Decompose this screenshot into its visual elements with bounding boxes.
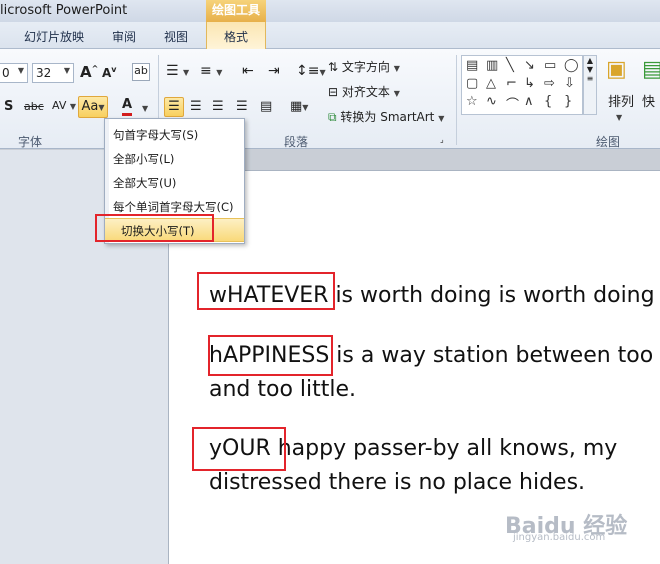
paragraph-2-text: is a way station between too bbox=[329, 343, 654, 368]
tab-format[interactable]: 格式 bbox=[206, 22, 266, 49]
baidu-watermark: Baidu 经验 jingyan.baidu.com bbox=[505, 508, 627, 543]
textbox-shape-icon[interactable]: ▤ bbox=[466, 58, 478, 73]
paragraph-3-line2: distressed there is no place hides. bbox=[209, 470, 586, 495]
paragraph-2-line2: and too little. bbox=[209, 377, 357, 402]
arrow-line-shape-icon[interactable]: ↘ bbox=[524, 58, 535, 73]
align-text-label: 对齐文本 bbox=[341, 85, 390, 99]
align-text-button[interactable]: ⊟ 对齐文本 ▼ bbox=[328, 83, 400, 100]
right-arrow-shape-icon[interactable]: ⇨ bbox=[544, 76, 555, 91]
grow-font-icon: A bbox=[80, 63, 92, 81]
clear-formatting-button[interactable]: ab bbox=[132, 63, 150, 81]
align-right-button[interactable]: ☰ bbox=[212, 99, 224, 114]
numbering-button[interactable]: ≡ ▼ bbox=[200, 63, 222, 79]
group-label-paragraph: 段落 bbox=[284, 135, 309, 149]
triangle-shape-icon[interactable]: △ bbox=[486, 76, 496, 91]
ribbon-tabs: 幻灯片放映 审阅 视图 格式 bbox=[0, 22, 660, 49]
font-size-combo[interactable]: 32 ▼ bbox=[32, 63, 74, 83]
chevron-down-icon: ▼ bbox=[616, 113, 623, 122]
tab-view[interactable]: 视图 bbox=[164, 28, 188, 45]
increase-indent-button[interactable]: ⇥ bbox=[268, 63, 280, 79]
textbox-v-shape-icon[interactable]: ▥ bbox=[486, 58, 498, 73]
paragraph-3-text: happy passer-by all knows, my bbox=[270, 436, 618, 461]
char-spacing-icon: AV bbox=[52, 99, 67, 112]
chevron-down-icon: ▼ bbox=[17, 66, 24, 75]
curve-shape-icon[interactable]: ∿ bbox=[486, 94, 497, 109]
convert-smartart-button[interactable]: ⧉ 转换为 SmartArt ▼ bbox=[328, 108, 444, 125]
shadow-button[interactable]: S bbox=[4, 99, 13, 114]
grow-font-button[interactable]: A^ bbox=[80, 63, 98, 81]
text-direction-icon: ⇅ bbox=[328, 60, 339, 74]
highlight-box-menu bbox=[95, 214, 214, 242]
window-title: licrosoft PowerPoint bbox=[0, 3, 128, 18]
font-color-button[interactable]: A bbox=[122, 97, 133, 116]
align-center-button[interactable]: ☰ bbox=[190, 99, 202, 114]
align-text-icon: ⊟ bbox=[328, 85, 339, 99]
rounded-rect-shape-icon[interactable]: ▢ bbox=[466, 76, 478, 91]
font-name-combo[interactable]: 0 ▼ bbox=[0, 63, 28, 83]
oval-shape-icon[interactable]: ◯ bbox=[564, 58, 579, 73]
font-size-value: 32 bbox=[36, 66, 52, 80]
tab-review[interactable]: 审阅 bbox=[112, 28, 136, 45]
line-spacing-button[interactable]: ↕≡▼ bbox=[296, 63, 326, 79]
text-direction-button[interactable]: ⇅ 文字方向 ▼ bbox=[328, 58, 400, 75]
change-case-icon: Aa bbox=[81, 99, 99, 114]
smartart-icon: ⧉ bbox=[328, 110, 337, 124]
arrange-button[interactable]: 排列 bbox=[608, 91, 634, 110]
chevron-down-icon: ▼ bbox=[142, 104, 149, 113]
change-case-button[interactable]: Aa▼ bbox=[78, 96, 108, 118]
menu-item-uppercase[interactable]: 全部大写(U) bbox=[113, 175, 176, 191]
distributed-button[interactable]: ▤ bbox=[260, 99, 272, 114]
arc-shape-icon[interactable]: ⌒ bbox=[506, 94, 519, 113]
shrink-font-icon: A bbox=[102, 66, 112, 80]
group-label-font: 字体 bbox=[18, 135, 43, 149]
arrange-dropdown[interactable]: ▼ bbox=[616, 109, 622, 124]
quick-styles-button[interactable]: 快 bbox=[642, 91, 655, 110]
align-left-button[interactable]: ☰ bbox=[164, 97, 184, 117]
title-bar: licrosoft PowerPoint 绘图工具 bbox=[0, 0, 660, 22]
rectangle-shape-icon[interactable]: ▭ bbox=[544, 58, 556, 73]
highlight-box-2 bbox=[208, 335, 333, 376]
elbow-arrow-shape-icon[interactable]: ↳ bbox=[524, 76, 535, 91]
arrange-icon: ▣ bbox=[606, 57, 627, 82]
paragraph-dialog-launcher[interactable]: ⌟ bbox=[440, 135, 444, 144]
highlight-box-3 bbox=[192, 427, 286, 471]
text-direction-label: 文字方向 bbox=[341, 60, 390, 74]
bullets-button[interactable]: ☰ ▼ bbox=[166, 63, 189, 79]
decrease-indent-button[interactable]: ⇤ bbox=[242, 63, 254, 79]
menu-item-sentence-case[interactable]: 句首字母大写(S) bbox=[113, 127, 198, 143]
shrink-font-button[interactable]: Av bbox=[102, 65, 117, 80]
star-shape-icon[interactable]: ☆ bbox=[466, 94, 478, 109]
convert-smartart-label: 转换为 SmartArt bbox=[340, 110, 435, 124]
menu-item-lowercase[interactable]: 全部小写(L) bbox=[113, 151, 174, 167]
chevron-down-icon: ▼ bbox=[63, 66, 70, 75]
shapes-gallery[interactable]: ▤ ▥ ╲ ↘ ▭ ◯ ▢ △ ⌐ ↳ ⇨ ⇩ ☆ ∿ ⌒ ∧ { } bbox=[461, 55, 583, 115]
tab-slideshow[interactable]: 幻灯片放映 bbox=[24, 28, 84, 45]
line-shape-icon[interactable]: ╲ bbox=[506, 58, 514, 73]
left-brace-shape-icon[interactable]: { bbox=[544, 94, 552, 109]
ribbon: 0 ▼ 32 ▼ A^ Av ab S abc AV ▼ Aa▼ A ▼ ☰ ▼… bbox=[0, 49, 660, 149]
highlight-box-1 bbox=[197, 272, 335, 310]
font-name-value: 0 bbox=[2, 66, 10, 80]
paragraph-1-text: is worth doing is worth doing bbox=[328, 283, 655, 308]
columns-button[interactable]: ▦▼ bbox=[290, 99, 308, 114]
watermark-url: jingyan.baidu.com bbox=[513, 532, 606, 543]
justify-button[interactable]: ☰ bbox=[236, 99, 248, 114]
freeform-shape-icon[interactable]: ∧ bbox=[524, 94, 534, 109]
right-brace-shape-icon[interactable]: } bbox=[564, 94, 572, 109]
menu-item-capitalize-each-word[interactable]: 每个单词首字母大写(C) bbox=[113, 199, 234, 215]
char-spacing-button[interactable]: AV ▼ bbox=[52, 99, 76, 112]
shapes-gallery-scroll[interactable]: ▲ ▼ ≡ bbox=[583, 55, 597, 115]
font-color-dropdown[interactable]: ▼ bbox=[142, 100, 148, 115]
font-color-icon: A bbox=[122, 97, 133, 112]
quick-styles-icon: ▤ bbox=[642, 57, 660, 82]
strikethrough-button[interactable]: abc bbox=[24, 100, 44, 113]
down-arrow-shape-icon[interactable]: ⇩ bbox=[564, 76, 575, 91]
drawing-tools-header: 绘图工具 bbox=[206, 0, 266, 22]
elbow-connector-shape-icon[interactable]: ⌐ bbox=[506, 76, 517, 91]
group-label-drawing: 绘图 bbox=[596, 135, 621, 149]
group-separator bbox=[456, 55, 457, 145]
